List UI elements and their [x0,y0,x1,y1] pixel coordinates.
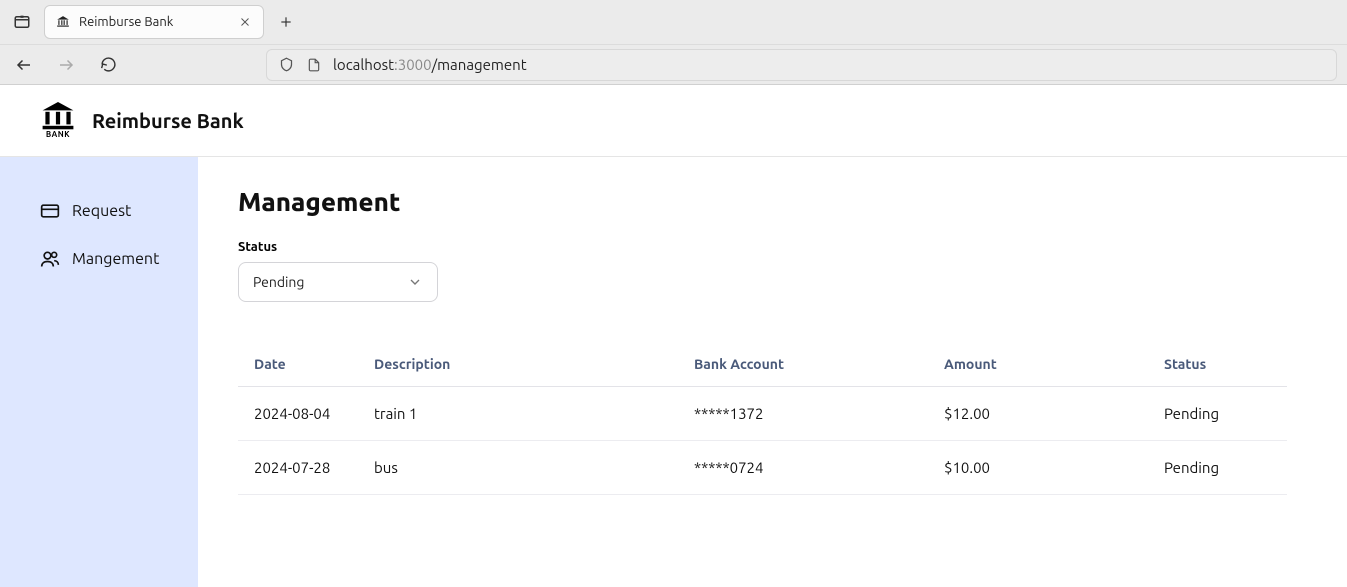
tab-title: Reimburse Bank [79,15,229,29]
cell-amount: $10.00 [928,441,1148,495]
page-title: Management [238,187,1287,216]
browser-chrome: Reimburse Bank localhost:3000/ma [0,0,1347,85]
cell-status: Pending [1148,387,1287,441]
col-description: Description [358,342,678,387]
bank-icon [55,14,71,30]
cell-bank: *****0724 [678,441,928,495]
window-menu-icon[interactable] [8,8,36,36]
page-body: Request Mangement Management Status Pend… [0,157,1347,587]
people-icon [40,249,60,269]
shield-icon [277,56,295,74]
status-filter-label: Status [238,240,1287,254]
col-date: Date [238,342,358,387]
url-path: /management [432,56,527,73]
status-select-value: Pending [253,274,304,290]
browser-tab[interactable]: Reimburse Bank [44,5,264,39]
cell-description: train 1 [358,387,678,441]
cell-date: 2024-07-28 [238,441,358,495]
col-bank: Bank Account [678,342,928,387]
brand-title: Reimburse Bank [92,109,244,132]
sidebar-item-management[interactable]: Mangement [0,235,198,283]
col-status: Status [1148,342,1287,387]
sidebar: Request Mangement [0,157,198,587]
status-select[interactable]: Pending [238,262,438,302]
reload-button[interactable] [94,51,122,79]
table-row[interactable]: 2024-08-04 train 1 *****1372 $12.00 Pend… [238,387,1287,441]
page-icon [305,56,323,74]
card-icon [40,201,60,221]
cell-amount: $12.00 [928,387,1148,441]
logo-subtext: BANK [46,130,70,139]
new-tab-button[interactable] [272,8,300,36]
browser-toolbar: localhost:3000/management [0,44,1347,84]
url-text: localhost:3000/management [333,56,527,73]
sidebar-item-label: Mangement [72,250,159,268]
table-header-row: Date Description Bank Account Amount Sta… [238,342,1287,387]
requests-table: Date Description Bank Account Amount Sta… [238,342,1287,495]
cell-bank: *****1372 [678,387,928,441]
cell-status: Pending [1148,441,1287,495]
main-content: Management Status Pending Date Descripti… [198,157,1347,587]
tab-strip: Reimburse Bank [0,0,1347,44]
url-bar[interactable]: localhost:3000/management [266,49,1337,81]
col-amount: Amount [928,342,1148,387]
chevron-down-icon [407,274,423,290]
sidebar-item-label: Request [72,202,131,220]
url-host: localhost [333,56,394,73]
app-logo: BANK [40,102,76,139]
app-header: BANK Reimburse Bank [0,85,1347,157]
back-button[interactable] [10,51,38,79]
cell-date: 2024-08-04 [238,387,358,441]
url-port: :3000 [394,56,432,73]
table-row[interactable]: 2024-07-28 bus *****0724 $10.00 Pending [238,441,1287,495]
forward-button[interactable] [52,51,80,79]
bank-icon [40,102,76,130]
cell-description: bus [358,441,678,495]
sidebar-item-request[interactable]: Request [0,187,198,235]
close-icon[interactable] [237,14,253,30]
